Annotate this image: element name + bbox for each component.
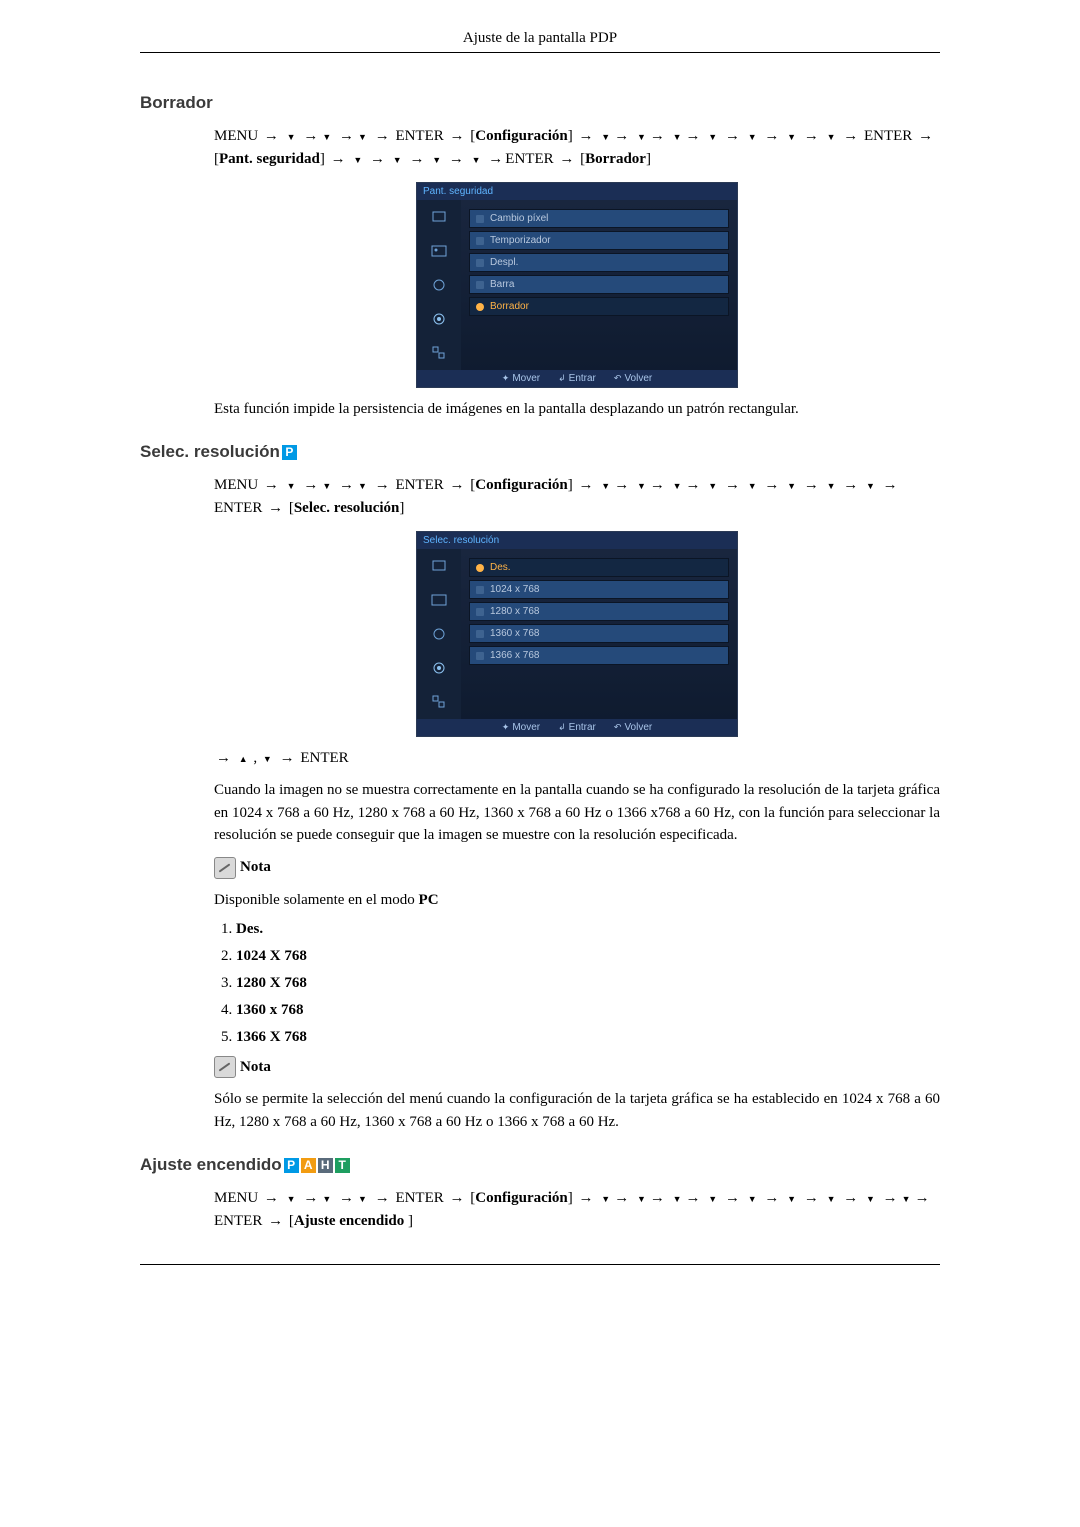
osd-title: Selec. resolución	[417, 532, 737, 549]
badge-t: T	[335, 1158, 350, 1173]
osd-sidebar	[417, 200, 461, 370]
footer-rule	[140, 1264, 940, 1265]
badge-a: A	[301, 1158, 316, 1173]
badge-h: H	[318, 1158, 333, 1173]
note-icon	[214, 857, 236, 879]
osd-borrador: Pant. seguridad Cambio píxel Temporizado…	[416, 182, 738, 388]
section-ajuste-encendido-title: Ajuste encendidoPAHT	[140, 1155, 940, 1175]
setup-icon	[428, 308, 450, 330]
osd-option[interactable]: Barra	[469, 275, 729, 294]
menu-path-ajuste: MENU ENTER [Configuración] ENTER [Ajuste…	[214, 1187, 940, 1234]
note-pc-only: Disponible solamente en el modo PC	[214, 889, 940, 912]
osd-option[interactable]: 1360 x 768	[469, 624, 729, 643]
multi-icon	[428, 691, 450, 713]
osd-option[interactable]: 1366 x 768	[469, 646, 729, 665]
note-icon	[214, 1056, 236, 1078]
setup-icon	[428, 657, 450, 679]
osd-option[interactable]: Temporizador	[469, 231, 729, 250]
section-borrador-title: Borrador	[140, 93, 940, 113]
osd-option-selected[interactable]: Des.	[469, 558, 729, 577]
osd-option[interactable]: Despl.	[469, 253, 729, 272]
osd-resolucion: Selec. resolución Des. 1024 x 768 1280 x…	[416, 531, 738, 737]
list-item: Des.	[236, 921, 940, 938]
badge-p: P	[284, 1158, 299, 1173]
osd-option[interactable]: 1024 x 768	[469, 580, 729, 599]
osd-title: Pant. seguridad	[417, 183, 737, 200]
osd-footer: ✦Mover ↲Entrar ↶Volver	[417, 370, 737, 387]
input-icon	[428, 555, 450, 577]
badge-p: P	[282, 445, 297, 460]
sound-icon	[428, 623, 450, 645]
list-item: 1360 x 768	[236, 1002, 940, 1019]
section-resolucion-title: Selec. resoluciónP	[140, 442, 940, 462]
resolution-list: Des. 1024 X 768 1280 X 768 1360 x 768 13…	[214, 921, 940, 1046]
sound-icon	[428, 274, 450, 296]
menu-path-resolucion: MENU ENTER [Configuración] ENTER [Selec.…	[214, 474, 940, 521]
list-item: 1280 X 768	[236, 975, 940, 992]
osd-option-selected[interactable]: Borrador	[469, 297, 729, 316]
input-icon	[428, 206, 450, 228]
resolucion-desc: Cuando la imagen no se muestra correctam…	[214, 779, 940, 847]
multi-icon	[428, 342, 450, 364]
picture-icon	[428, 240, 450, 262]
list-item: 1024 X 768	[236, 948, 940, 965]
borrador-desc: Esta función impide la persistencia de i…	[214, 398, 940, 421]
list-item: 1366 X 768	[236, 1029, 940, 1046]
note-graphics-card: Sólo se permite la selección del menú cu…	[214, 1088, 940, 1133]
osd-sidebar	[417, 549, 461, 719]
osd-option[interactable]: 1280 x 768	[469, 602, 729, 621]
page-header: Ajuste de la pantalla PDP	[140, 30, 940, 53]
menu-path-borrador: MENU ENTER [Configuración] ENTER [Pant. …	[214, 125, 940, 172]
note-label: Nota	[240, 859, 271, 876]
picture-icon	[428, 589, 450, 611]
note-label: Nota	[240, 1059, 271, 1076]
osd-option[interactable]: Cambio píxel	[469, 209, 729, 228]
nav-updown-enter: , ENTER	[214, 747, 940, 770]
osd-footer: ✦Mover ↲Entrar ↶Volver	[417, 719, 737, 736]
